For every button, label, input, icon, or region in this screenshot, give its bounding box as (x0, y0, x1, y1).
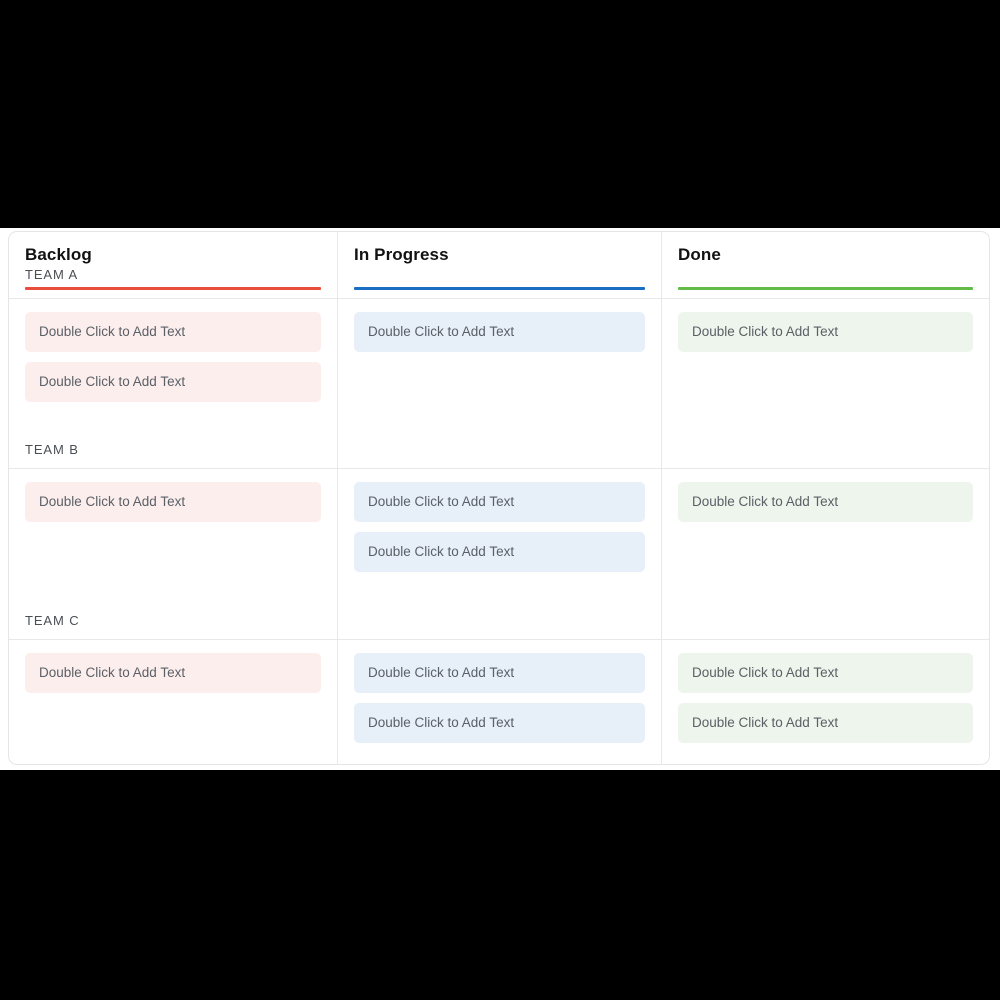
swimlane-row-team-a: Double Click to Add Text Double Click to … (9, 299, 989, 469)
column-title: Done (678, 245, 721, 264)
swimlane-label-team-c: TEAM C (25, 613, 80, 628)
swimlane-cell-team-b-in-progress[interactable]: Double Click to Add Text Double Click to … (337, 469, 661, 639)
swimlane-cell-team-c-backlog[interactable]: Double Click to Add Text (9, 640, 337, 764)
column-title: In Progress (354, 245, 449, 264)
task-card[interactable]: Double Click to Add Text (678, 482, 973, 522)
task-card[interactable]: Double Click to Add Text (354, 653, 645, 693)
task-card[interactable]: Double Click to Add Text (678, 312, 973, 352)
column-accent-bar-in-progress (354, 287, 645, 290)
column-accent-bar-done (678, 287, 973, 290)
swimlane-label-spacer (354, 267, 645, 283)
swimlane-row-team-b: Double Click to Add Text TEAM C Double Cli… (9, 469, 989, 640)
column-header-done[interactable]: Done (661, 232, 989, 298)
swimlane-label-spacer (678, 267, 973, 283)
column-header-backlog[interactable]: Backlog TEAM A (9, 232, 337, 298)
task-card[interactable]: Double Click to Add Text (678, 703, 973, 743)
swimlane-label-team-b: TEAM B (25, 442, 79, 457)
swimlane-cell-team-c-done[interactable]: Double Click to Add Text Double Click to … (661, 640, 989, 764)
task-card[interactable]: Double Click to Add Text (354, 312, 645, 352)
swimlane-cell-team-c-in-progress[interactable]: Double Click to Add Text Double Click to … (337, 640, 661, 764)
screen: Backlog TEAM A In Progress Done Double C… (0, 0, 1000, 1000)
swimlane-cell-team-a-backlog[interactable]: Double Click to Add Text Double Click to … (9, 299, 337, 468)
kanban-board: Backlog TEAM A In Progress Done Double C… (8, 231, 990, 765)
column-accent-bar-backlog (25, 287, 321, 290)
task-card[interactable]: Double Click to Add Text (25, 312, 321, 352)
swimlane-cell-team-a-in-progress[interactable]: Double Click to Add Text (337, 299, 661, 468)
column-title: Backlog (25, 245, 92, 264)
task-card[interactable]: Double Click to Add Text (678, 653, 973, 693)
task-card[interactable]: Double Click to Add Text (354, 703, 645, 743)
swimlane-cell-team-a-done[interactable]: Double Click to Add Text (661, 299, 989, 468)
swimlane-row-team-c: Double Click to Add Text Double Click to … (9, 640, 989, 764)
swimlane-cell-team-b-done[interactable]: Double Click to Add Text (661, 469, 989, 639)
task-card[interactable]: Double Click to Add Text (25, 362, 321, 402)
column-header-in-progress[interactable]: In Progress (337, 232, 661, 298)
task-card[interactable]: Double Click to Add Text (354, 532, 645, 572)
swimlane-cell-team-b-backlog[interactable]: Double Click to Add Text TEAM C (9, 469, 337, 639)
task-card[interactable]: Double Click to Add Text (25, 482, 321, 522)
board-header-row: Backlog TEAM A In Progress Done (9, 232, 989, 299)
task-card[interactable]: Double Click to Add Text (25, 653, 321, 693)
swimlane-label-team-a: TEAM A (25, 267, 79, 282)
task-card[interactable]: Double Click to Add Text (354, 482, 645, 522)
